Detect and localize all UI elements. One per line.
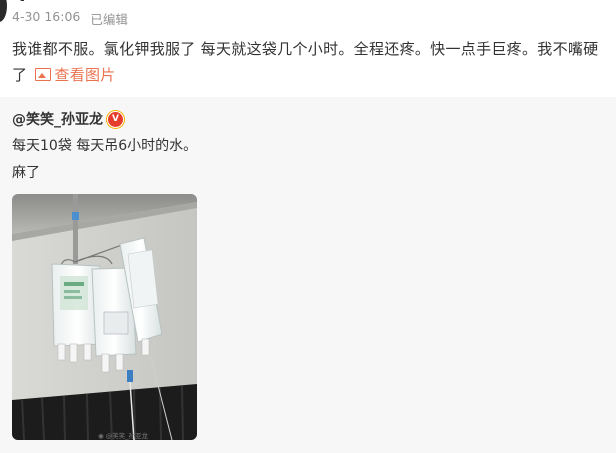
repost-card[interactable]: @笑笑_孙亚龙 V 每天10袋 每天吊6小时的水。 麻了 ◉ @笑笑_孙亚龙 (0, 97, 616, 453)
repost-username[interactable]: @笑笑_孙亚龙 (12, 109, 103, 129)
repost-image[interactable]: ◉ @笑笑_孙亚龙 (12, 194, 197, 440)
repost-text-line-2: 麻了 (12, 165, 40, 181)
repost-text-line-1: 每天10袋 每天吊6小时的水。 (12, 138, 198, 154)
view-pictures-label: 查看图片 (54, 66, 116, 84)
view-pictures-link[interactable]: 查看图片 (32, 66, 115, 84)
post-text: 我谁都不服。氯化钾我服了 每天就这袋几个小时。全程还疼。快一点手巨疼。我不嘴硬了… (12, 36, 602, 88)
repost-user[interactable]: @笑笑_孙亚龙 V (12, 109, 124, 129)
verified-glyph: V (112, 113, 119, 124)
verified-badge-icon: V (107, 110, 124, 128)
weibo-icon: ◉ (98, 432, 104, 440)
post-meta: 4-30 16:06 已编辑 (12, 9, 128, 28)
iv-bags-photo (12, 194, 197, 440)
edited-label: 已编辑 (90, 12, 128, 27)
header-cutoff-text: - (20, 0, 25, 8)
image-watermark: ◉ @笑笑_孙亚龙 (98, 430, 148, 440)
picture-icon (35, 68, 52, 81)
avatar[interactable] (0, 0, 7, 22)
post-date[interactable]: 4-30 16:06 (12, 9, 80, 28)
watermark-text: @笑笑_孙亚龙 (105, 432, 148, 440)
